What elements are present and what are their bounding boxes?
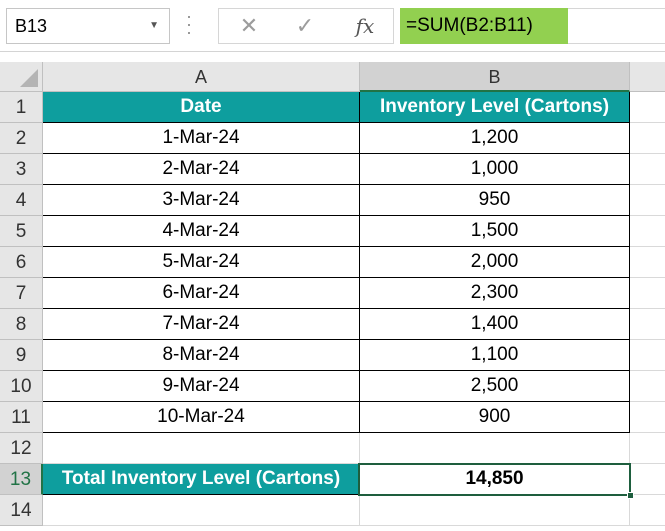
empty-cell[interactable] xyxy=(43,495,360,526)
cancel-icon[interactable]: ✕ xyxy=(229,9,269,43)
column-header-b[interactable]: B xyxy=(360,62,630,92)
formula-bar: B13 ▼ · · · ✕ ✓ fx =SUM(B2:B11) xyxy=(0,0,665,52)
empty-cell[interactable] xyxy=(630,433,665,464)
fx-icon[interactable]: fx xyxy=(345,9,385,43)
empty-cell[interactable] xyxy=(630,185,665,216)
formula-buttons: ✕ ✓ fx xyxy=(218,8,394,44)
formula-input-extension[interactable] xyxy=(568,8,665,44)
row-header-12[interactable]: 12 xyxy=(0,433,43,464)
empty-cell[interactable] xyxy=(630,154,665,185)
table-cell-date[interactable]: 4-Mar-24 xyxy=(43,216,360,247)
total-label-cell[interactable]: Total Inventory Level (Cartons) xyxy=(43,464,360,495)
table-cell-value[interactable]: 1,400 xyxy=(360,309,630,340)
empty-cell[interactable] xyxy=(630,464,665,495)
table-cell-value[interactable]: 1,000 xyxy=(360,154,630,185)
name-box[interactable]: B13 ▼ xyxy=(6,8,170,44)
enter-icon[interactable]: ✓ xyxy=(285,9,325,43)
header-cell-inventory[interactable]: Inventory Level (Cartons) xyxy=(360,92,630,123)
table-cell-value[interactable]: 950 xyxy=(360,185,630,216)
empty-cell[interactable] xyxy=(630,309,665,340)
table-cell-date[interactable]: 10-Mar-24 xyxy=(43,402,360,433)
empty-cell[interactable] xyxy=(360,495,630,526)
row-header-5[interactable]: 5 xyxy=(0,216,43,247)
empty-cell[interactable] xyxy=(630,92,665,123)
table-cell-date[interactable]: 3-Mar-24 xyxy=(43,185,360,216)
empty-cell[interactable] xyxy=(630,371,665,402)
drag-handle-icon[interactable]: · · · xyxy=(186,7,192,41)
empty-cell[interactable] xyxy=(630,216,665,247)
column-header-c[interactable] xyxy=(630,62,665,92)
empty-cell[interactable] xyxy=(630,340,665,371)
row-header-10[interactable]: 10 xyxy=(0,371,43,402)
table-cell-date[interactable]: 9-Mar-24 xyxy=(43,371,360,402)
row-header-11[interactable]: 11 xyxy=(0,402,43,433)
row-header-6[interactable]: 6 xyxy=(0,247,43,278)
select-all-icon[interactable] xyxy=(0,62,43,92)
table-cell-value[interactable]: 900 xyxy=(360,402,630,433)
table-cell-date[interactable]: 6-Mar-24 xyxy=(43,278,360,309)
chevron-down-icon[interactable]: ▼ xyxy=(149,9,159,43)
table-cell-date[interactable]: 8-Mar-24 xyxy=(43,340,360,371)
table-cell-date[interactable]: 2-Mar-24 xyxy=(43,154,360,185)
empty-cell[interactable] xyxy=(630,247,665,278)
row-header-8[interactable]: 8 xyxy=(0,309,43,340)
table-cell-date[interactable]: 5-Mar-24 xyxy=(43,247,360,278)
table-cell-value[interactable]: 2,500 xyxy=(360,371,630,402)
row-header-2[interactable]: 2 xyxy=(0,123,43,154)
total-value-cell[interactable]: 14,850 xyxy=(360,464,630,495)
header-cell-date[interactable]: Date xyxy=(43,92,360,123)
row-header-4[interactable]: 4 xyxy=(0,185,43,216)
table-cell-date[interactable]: 1-Mar-24 xyxy=(43,123,360,154)
empty-cell[interactable] xyxy=(630,123,665,154)
empty-cell[interactable] xyxy=(630,278,665,309)
row-header-13[interactable]: 13 xyxy=(0,464,43,495)
table-cell-date[interactable]: 7-Mar-24 xyxy=(43,309,360,340)
column-header-a[interactable]: A xyxy=(43,62,360,92)
table-cell-value[interactable]: 1,200 xyxy=(360,123,630,154)
row-header-1[interactable]: 1 xyxy=(0,92,43,123)
row-header-14[interactable]: 14 xyxy=(0,495,43,526)
empty-cell[interactable] xyxy=(630,402,665,433)
empty-cell[interactable] xyxy=(43,433,360,464)
table-cell-value[interactable]: 1,100 xyxy=(360,340,630,371)
empty-cell[interactable] xyxy=(630,495,665,526)
table-cell-value[interactable]: 2,300 xyxy=(360,278,630,309)
row-header-9[interactable]: 9 xyxy=(0,340,43,371)
table-cell-value[interactable]: 2,000 xyxy=(360,247,630,278)
row-header-7[interactable]: 7 xyxy=(0,278,43,309)
formula-input[interactable]: =SUM(B2:B11) xyxy=(400,8,568,44)
row-header-3[interactable]: 3 xyxy=(0,154,43,185)
empty-cell[interactable] xyxy=(360,433,630,464)
name-box-value: B13 xyxy=(15,16,48,36)
table-cell-value[interactable]: 1,500 xyxy=(360,216,630,247)
